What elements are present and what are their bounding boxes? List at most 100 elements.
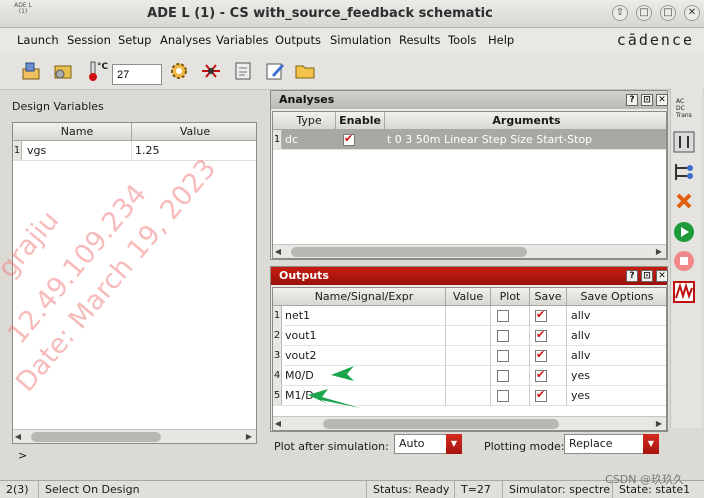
menu-help[interactable]: Help (488, 33, 514, 47)
column-enable[interactable]: Enable (336, 114, 384, 127)
plot-checkbox[interactable] (497, 350, 509, 362)
row-number: 3 (273, 346, 282, 365)
menu-bar: Launch Session Setup Analyses Variables … (0, 28, 704, 52)
column-name[interactable]: Name (23, 125, 131, 138)
open-state-icon[interactable] (52, 60, 74, 82)
output-row[interactable]: 1net1 allv (273, 306, 666, 326)
scroll-right-arrow-icon[interactable]: ▶ (244, 431, 254, 443)
output-row[interactable]: 2vout1 allv (273, 326, 666, 346)
column-arguments[interactable]: Arguments (385, 114, 666, 127)
command-prompt[interactable]: > (18, 449, 27, 462)
analysis-type[interactable]: dc (285, 133, 298, 146)
column-save-options[interactable]: Save Options (567, 290, 666, 303)
save-checkbox[interactable] (535, 368, 547, 382)
scroll-right-arrow-icon[interactable]: ▶ (654, 246, 664, 258)
analysis-arguments[interactable]: t 0 3 50m Linear Step Size Start-Stop (387, 133, 592, 146)
output-save-options[interactable]: allv (571, 349, 590, 362)
design-variables-scrollbar[interactable]: ◀ ▶ (13, 429, 256, 443)
menu-results[interactable]: Results (399, 33, 441, 47)
menu-setup[interactable]: Setup (118, 33, 151, 47)
chevron-down-icon[interactable]: ▼ (446, 434, 462, 454)
choose-analyses-button[interactable]: AC DC Trans (672, 98, 696, 122)
menu-outputs[interactable]: Outputs (275, 33, 321, 47)
setup-icon[interactable] (20, 60, 42, 82)
column-plot[interactable]: Plot (491, 290, 529, 303)
output-save-options[interactable]: allv (571, 309, 590, 322)
outputs-header-row: Name/Signal/Expr Value Plot Save Save Op… (273, 288, 666, 306)
save-checkbox[interactable] (535, 308, 547, 322)
scroll-thumb[interactable] (31, 432, 161, 442)
stop-simulation-icon[interactable] (672, 249, 696, 273)
temperature-input[interactable] (112, 64, 162, 85)
outputs-title: Outputs (279, 269, 329, 282)
status-count: 2(3) (6, 483, 29, 496)
plot-checkbox[interactable] (497, 370, 509, 382)
help-icon[interactable]: ? (626, 94, 638, 106)
scroll-left-arrow-icon[interactable]: ◀ (13, 431, 23, 443)
column-save[interactable]: Save (530, 290, 566, 303)
edit-icon[interactable] (264, 60, 286, 82)
menu-analyses[interactable]: Analyses (160, 33, 211, 47)
setup-outputs-icon[interactable] (672, 160, 696, 184)
delete-icon[interactable] (672, 189, 696, 213)
scroll-right-arrow-icon[interactable]: ▶ (654, 418, 664, 430)
float-icon[interactable]: ⊡ (641, 270, 653, 282)
close-button[interactable]: ✕ (684, 5, 700, 21)
scroll-thumb[interactable] (323, 419, 559, 429)
table-row[interactable]: 1 vgs 1.25 (13, 141, 256, 161)
save-checkbox[interactable] (535, 348, 547, 362)
column-value[interactable]: Value (446, 290, 490, 303)
variable-name[interactable]: vgs (27, 144, 46, 157)
menu-variables[interactable]: Variables (216, 33, 269, 47)
netlist-icon[interactable] (200, 60, 222, 82)
analyses-scrollbar[interactable]: ◀ ▶ (273, 244, 666, 258)
edit-variables-icon[interactable] (672, 130, 696, 154)
scroll-left-arrow-icon[interactable]: ◀ (273, 246, 283, 258)
plot-outputs-icon[interactable] (672, 280, 696, 304)
window-menu-button[interactable]: ⇧ (612, 5, 628, 21)
column-type[interactable]: Type (283, 114, 335, 127)
folder-icon[interactable] (294, 60, 316, 82)
row-number: 2 (273, 326, 282, 345)
menu-session[interactable]: Session (67, 33, 111, 47)
temperature-unit: °C (97, 62, 109, 72)
print-icon[interactable] (232, 60, 254, 82)
plotting-mode-select[interactable]: Replace ▼ (564, 434, 659, 454)
output-save-options[interactable]: yes (571, 369, 590, 382)
chevron-down-icon[interactable]: ▼ (643, 434, 659, 454)
save-checkbox[interactable] (535, 328, 547, 342)
column-name-signal-expr[interactable]: Name/Signal/Expr (283, 290, 445, 303)
variable-value[interactable]: 1.25 (135, 144, 160, 157)
outputs-header: Outputs ? ⊡ ✕ (271, 267, 668, 285)
gear-icon[interactable] (168, 60, 190, 82)
row-number: 1 (273, 306, 282, 325)
scroll-left-arrow-icon[interactable]: ◀ (273, 418, 283, 430)
minimize-button[interactable]: □ (636, 5, 652, 21)
output-name[interactable]: net1 (285, 309, 310, 322)
plot-checkbox[interactable] (497, 310, 509, 322)
scroll-thumb[interactable] (291, 247, 527, 257)
maximize-button[interactable]: □ (660, 5, 676, 21)
save-checkbox[interactable] (535, 388, 547, 402)
close-pane-icon[interactable]: ✕ (656, 270, 668, 282)
analysis-row[interactable]: 1 dc t 0 3 50m Linear Step Size Start-St… (273, 130, 666, 150)
output-save-options[interactable]: yes (571, 389, 590, 402)
plot-checkbox[interactable] (497, 390, 509, 402)
status-ready: Status: Ready (366, 481, 454, 498)
close-pane-icon[interactable]: ✕ (656, 94, 668, 106)
menu-tools[interactable]: Tools (448, 33, 476, 47)
output-name[interactable]: vout1 (285, 329, 317, 342)
plot-checkbox[interactable] (497, 330, 509, 342)
analyses-table: Type Enable Arguments 1 dc t 0 3 50m Lin… (272, 111, 667, 259)
float-icon[interactable]: ⊡ (641, 94, 653, 106)
plot-after-simulation-select[interactable]: Auto ▼ (394, 434, 462, 454)
run-simulation-icon[interactable] (672, 220, 696, 244)
help-icon[interactable]: ? (626, 270, 638, 282)
menu-simulation[interactable]: Simulation (330, 33, 391, 47)
column-value[interactable]: Value (132, 125, 256, 138)
outputs-scrollbar[interactable]: ◀ ▶ (273, 416, 666, 430)
output-save-options[interactable]: allv (571, 329, 590, 342)
menu-launch[interactable]: Launch (17, 33, 59, 47)
status-simulator: Simulator: spectre (502, 481, 612, 498)
analysis-enable-checkbox[interactable] (343, 132, 355, 146)
